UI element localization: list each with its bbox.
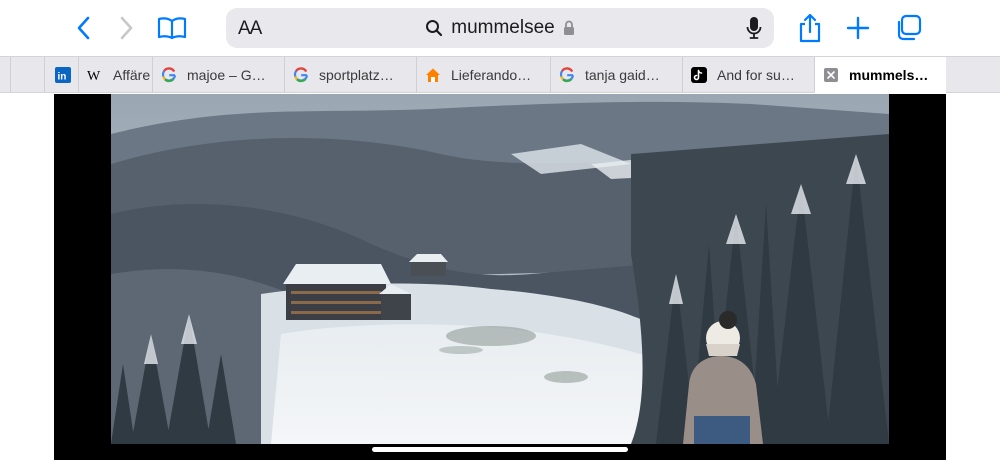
svg-text:in: in bbox=[58, 72, 67, 83]
tab-mummelsee-active[interactable]: mummels… bbox=[814, 57, 946, 93]
url-display[interactable]: mummelsee bbox=[226, 8, 774, 48]
tab-pinned-blank[interactable] bbox=[10, 57, 44, 93]
book-icon bbox=[157, 17, 187, 40]
wikipedia-icon: W bbox=[87, 67, 103, 83]
share-button[interactable] bbox=[792, 10, 828, 46]
google-icon bbox=[293, 67, 309, 83]
chevron-left-icon bbox=[77, 16, 90, 40]
tab-google-tanja[interactable]: tanja gaid… bbox=[550, 57, 680, 93]
tab-label: mummels… bbox=[849, 66, 929, 83]
tab-label: And for su… bbox=[717, 67, 795, 83]
tab-label: sportplatz… bbox=[319, 67, 394, 83]
svg-text:W: W bbox=[87, 69, 101, 83]
tab-lieferando[interactable]: Lieferando… bbox=[416, 57, 548, 93]
tab-tiktok[interactable]: And for su… bbox=[682, 57, 812, 93]
url-text: mummelsee bbox=[451, 17, 555, 38]
plus-icon bbox=[846, 16, 870, 40]
home-indicator[interactable] bbox=[372, 447, 628, 452]
tiktok-icon bbox=[691, 67, 707, 83]
chevron-right-icon bbox=[120, 16, 133, 40]
tab-overview-button[interactable] bbox=[890, 10, 926, 46]
tab-label: tanja gaid… bbox=[585, 67, 660, 83]
back-button[interactable] bbox=[66, 10, 102, 46]
new-tab-button[interactable] bbox=[840, 10, 876, 46]
tab-wikipedia[interactable]: W Affäre bbox=[78, 57, 152, 93]
share-icon bbox=[799, 13, 821, 43]
browser-toolbar: AA mummelsee bbox=[0, 0, 1000, 56]
microphone-icon bbox=[746, 17, 762, 39]
google-icon bbox=[559, 67, 575, 83]
tab-label: Lieferando… bbox=[451, 67, 532, 83]
address-bar[interactable]: AA mummelsee bbox=[226, 8, 774, 48]
tabs-icon bbox=[897, 14, 922, 41]
tab-linkedin[interactable]: in bbox=[44, 57, 72, 93]
forward-button[interactable] bbox=[108, 10, 144, 46]
lock-icon bbox=[563, 20, 574, 35]
winter-lake-photo bbox=[111, 94, 889, 444]
close-tab-icon[interactable] bbox=[823, 67, 839, 83]
web-content bbox=[0, 94, 1000, 462]
google-icon bbox=[161, 67, 177, 83]
bookmarks-button[interactable] bbox=[154, 10, 190, 46]
dictation-button[interactable] bbox=[746, 16, 762, 45]
lieferando-icon bbox=[425, 67, 441, 83]
tab-bar: in W Affäre majoe – G… sportplatz… Liefe… bbox=[0, 56, 1000, 93]
linkedin-icon: in bbox=[55, 67, 71, 83]
magnifier-icon bbox=[426, 20, 443, 37]
fullscreen-video-player[interactable] bbox=[54, 94, 946, 460]
tab-google-majoe[interactable]: majoe – G… bbox=[152, 57, 282, 93]
tab-label: Affäre bbox=[113, 67, 151, 83]
tab-google-sportplatz[interactable]: sportplatz… bbox=[284, 57, 414, 93]
tab-label: majoe – G… bbox=[187, 67, 266, 83]
